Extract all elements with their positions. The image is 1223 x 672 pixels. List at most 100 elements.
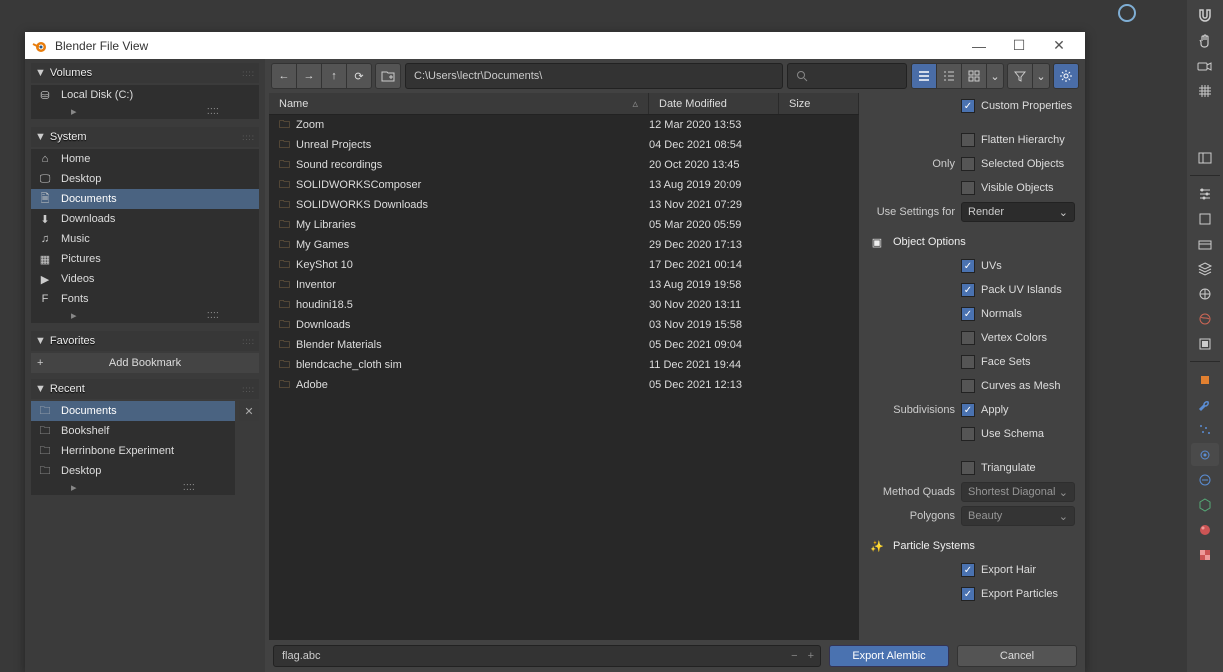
add-bookmark-button[interactable]: +Add Bookmark: [31, 353, 259, 373]
file-row[interactable]: 🗀Downloads03 Nov 2019 15:58: [269, 315, 859, 335]
use-settings-dropdown[interactable]: Render⌄: [961, 202, 1075, 222]
triangulate-checkbox[interactable]: [961, 461, 975, 475]
refresh-button[interactable]: ⟳: [346, 63, 372, 89]
hand-icon[interactable]: [1191, 29, 1219, 52]
sidebar-item-home[interactable]: ⌂Home: [31, 149, 259, 169]
new-folder-button[interactable]: [375, 63, 401, 89]
recent-item[interactable]: 🗀Documents: [31, 401, 235, 421]
particle-header[interactable]: ✨Particle Systems: [869, 535, 1075, 557]
data-icon[interactable]: [1191, 493, 1219, 516]
sidebar-item-downloads[interactable]: ⬇Downloads: [31, 209, 259, 229]
grid-icon[interactable]: [1191, 79, 1219, 102]
wrench-icon[interactable]: [1191, 393, 1219, 416]
filename-input[interactable]: flag.abc−+: [273, 645, 821, 667]
options-icon[interactable]: [1191, 146, 1219, 169]
sidebar-item-desktop[interactable]: 🖵Desktop: [31, 169, 259, 189]
recent-item[interactable]: 🗀Desktop: [31, 461, 235, 481]
file-row[interactable]: 🗀Zoom12 Mar 2020 13:53: [269, 115, 859, 135]
world-icon[interactable]: [1191, 307, 1219, 330]
polygons-dropdown[interactable]: Beauty⌄: [961, 506, 1075, 526]
face-sets-checkbox[interactable]: [961, 355, 975, 369]
apply-checkbox[interactable]: ✓: [961, 403, 975, 417]
volume-item[interactable]: ⛁Local Disk (C:): [31, 85, 259, 105]
folder-icon: 🗀: [37, 442, 53, 461]
file-row[interactable]: 🗀Unreal Projects04 Dec 2021 08:54: [269, 135, 859, 155]
selected-objects-checkbox[interactable]: [961, 157, 975, 171]
file-row[interactable]: 🗀Sound recordings20 Oct 2020 13:45: [269, 155, 859, 175]
file-row[interactable]: 🗀Inventor13 Aug 2019 19:58: [269, 275, 859, 295]
method-quads-dropdown[interactable]: Shortest Diagonal⌄: [961, 482, 1075, 502]
object-icon[interactable]: [1191, 368, 1219, 391]
remove-recent-button[interactable]: ✕: [239, 401, 259, 421]
output-icon[interactable]: [1191, 232, 1219, 255]
file-row[interactable]: 🗀My Games29 Dec 2020 17:13: [269, 235, 859, 255]
particles-icon[interactable]: [1191, 418, 1219, 441]
column-size[interactable]: Size: [779, 93, 859, 114]
object-options-header[interactable]: ▣Object Options: [869, 231, 1075, 253]
filter-dropdown-icon[interactable]: ⌄: [1032, 63, 1050, 89]
layers-icon[interactable]: [1191, 257, 1219, 280]
export-hair-checkbox[interactable]: ✓: [961, 563, 975, 577]
physics-icon[interactable]: [1191, 443, 1219, 466]
export-button[interactable]: Export Alembic: [829, 645, 949, 667]
increment-button[interactable]: +: [808, 650, 814, 662]
up-button[interactable]: ↑: [321, 63, 347, 89]
magnet-icon[interactable]: [1191, 4, 1219, 27]
sidebar-item-videos[interactable]: ▶Videos: [31, 269, 259, 289]
volumes-header[interactable]: ▼Volumes::::: [31, 63, 259, 83]
file-row[interactable]: 🗀SOLIDWORKS Downloads13 Nov 2021 07:29: [269, 195, 859, 215]
settings-button[interactable]: [1053, 63, 1079, 89]
sidebar-item-pictures[interactable]: ▦Pictures: [31, 249, 259, 269]
close-button[interactable]: ✕: [1039, 37, 1079, 54]
view-dropdown-icon[interactable]: ⌄: [986, 63, 1004, 89]
pack-uv-checkbox[interactable]: ✓: [961, 283, 975, 297]
scene-icon[interactable]: [1191, 282, 1219, 305]
view-list-button[interactable]: [911, 63, 937, 89]
path-input[interactable]: C:\Users\lectr\Documents\: [405, 63, 783, 89]
sliders-icon[interactable]: [1191, 182, 1219, 205]
uvs-checkbox[interactable]: ✓: [961, 259, 975, 273]
sidebar-item-music[interactable]: ♫Music: [31, 229, 259, 249]
footer: flag.abc−+ Export Alembic Cancel: [265, 640, 1085, 672]
favorites-header[interactable]: ▼Favorites::::: [31, 331, 259, 351]
minimize-button[interactable]: —: [959, 38, 999, 54]
rect-icon[interactable]: [1191, 332, 1219, 355]
recent-item[interactable]: 🗀Bookshelf: [31, 421, 235, 441]
file-row[interactable]: 🗀houdini18.530 Nov 2020 13:11: [269, 295, 859, 315]
texture-icon[interactable]: [1191, 543, 1219, 566]
system-header[interactable]: ▼System::::: [31, 127, 259, 147]
curves-mesh-checkbox[interactable]: [961, 379, 975, 393]
maximize-button[interactable]: ☐: [999, 37, 1039, 54]
forward-button[interactable]: →: [296, 63, 322, 89]
camera-icon[interactable]: [1191, 54, 1219, 77]
visible-objects-checkbox[interactable]: [961, 181, 975, 195]
vertex-colors-checkbox[interactable]: [961, 331, 975, 345]
file-row[interactable]: 🗀SOLIDWORKSComposer13 Aug 2019 20:09: [269, 175, 859, 195]
normals-checkbox[interactable]: ✓: [961, 307, 975, 321]
use-schema-checkbox[interactable]: [961, 427, 975, 441]
view-thumb-button[interactable]: [961, 63, 987, 89]
decrement-button[interactable]: −: [791, 650, 797, 662]
sidebar-item-documents[interactable]: 🗎Documents: [31, 189, 259, 209]
column-name[interactable]: Name▵: [269, 93, 649, 114]
filter-button[interactable]: [1007, 63, 1033, 89]
search-input[interactable]: [787, 63, 907, 89]
tool-icon[interactable]: [1191, 207, 1219, 230]
material-icon[interactable]: [1191, 518, 1219, 541]
view-detail-button[interactable]: [936, 63, 962, 89]
flatten-hierarchy-checkbox[interactable]: [961, 133, 975, 147]
sidebar-item-fonts[interactable]: FFonts: [31, 289, 259, 309]
file-row[interactable]: 🗀Blender Materials05 Dec 2021 09:04: [269, 335, 859, 355]
export-particles-checkbox[interactable]: ✓: [961, 587, 975, 601]
file-row[interactable]: 🗀My Libraries05 Mar 2020 05:59: [269, 215, 859, 235]
constraint-icon[interactable]: [1191, 468, 1219, 491]
recent-header[interactable]: ▼Recent::::: [31, 379, 259, 399]
custom-properties-checkbox[interactable]: ✓: [961, 99, 975, 113]
recent-item[interactable]: 🗀Herrinbone Experiment: [31, 441, 235, 461]
back-button[interactable]: ←: [271, 63, 297, 89]
file-row[interactable]: 🗀KeyShot 1017 Dec 2021 00:14: [269, 255, 859, 275]
file-row[interactable]: 🗀blendcache_cloth sim11 Dec 2021 19:44: [269, 355, 859, 375]
file-row[interactable]: 🗀Adobe05 Dec 2021 12:13: [269, 375, 859, 395]
cancel-button[interactable]: Cancel: [957, 645, 1077, 667]
column-date[interactable]: Date Modified: [649, 93, 779, 114]
